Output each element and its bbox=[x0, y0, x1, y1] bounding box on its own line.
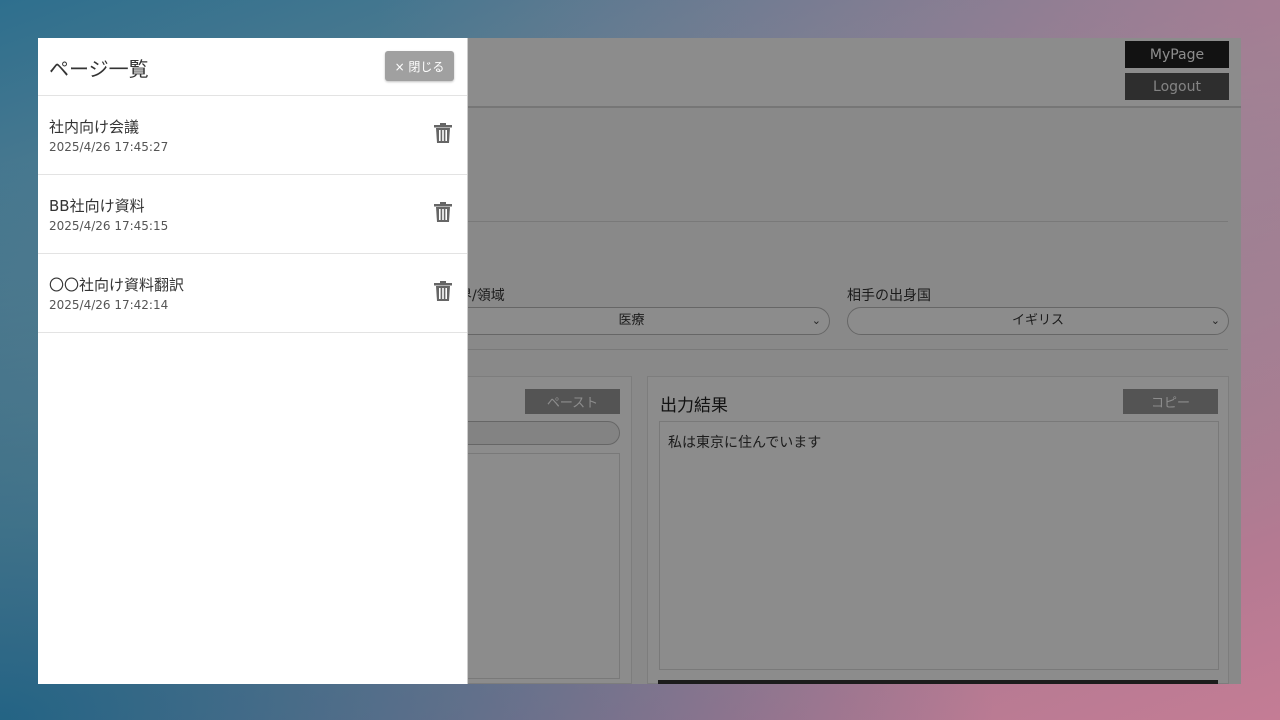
page-list-item[interactable]: BB社向け資料 2025/4/26 17:45:15 bbox=[38, 175, 467, 254]
trash-icon[interactable] bbox=[434, 281, 452, 301]
page-list-item[interactable]: 社内向け会議 2025/4/26 17:45:27 bbox=[38, 96, 467, 175]
page-item-name: 〇〇社向け資料翻訳 bbox=[49, 276, 185, 294]
trash-icon[interactable] bbox=[434, 123, 452, 143]
drawer-header: ページ一覧 × 閉じる bbox=[38, 38, 467, 96]
trash-icon[interactable] bbox=[434, 202, 452, 222]
page-item-date: 2025/4/26 17:45:27 bbox=[49, 140, 169, 154]
page-list-item[interactable]: 〇〇社向け資料翻訳 2025/4/26 17:42:14 bbox=[38, 254, 467, 333]
page-item-date: 2025/4/26 17:42:14 bbox=[49, 298, 169, 312]
page-list-drawer: ページ一覧 × 閉じる 社内向け会議 2025/4/26 17:45:27 BB… bbox=[38, 38, 468, 684]
page-item-name: 社内向け会議 bbox=[49, 118, 140, 136]
page-item-name: BB社向け資料 bbox=[49, 197, 145, 215]
drawer-title: ページ一覧 bbox=[49, 57, 149, 81]
page-item-date: 2025/4/26 17:45:15 bbox=[49, 219, 169, 233]
close-button[interactable]: × 閉じる bbox=[385, 51, 454, 81]
